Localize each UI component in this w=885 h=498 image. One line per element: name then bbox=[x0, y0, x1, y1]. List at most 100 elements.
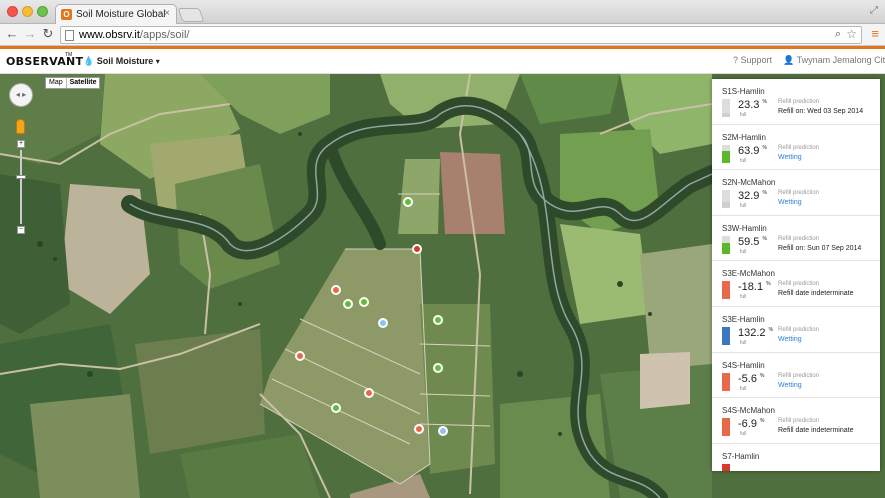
site-name: S2N-McMahon bbox=[722, 178, 776, 188]
street-view-pegman-icon[interactable] bbox=[16, 119, 25, 134]
sensor-marker[interactable] bbox=[343, 299, 353, 309]
refill-prediction-value[interactable]: Wetting bbox=[778, 382, 802, 389]
minimize-window-button[interactable] bbox=[22, 6, 33, 17]
moisture-value: 132.2 % bbox=[738, 327, 773, 339]
site-name: S3W-Hamlin bbox=[722, 223, 767, 233]
map-type-toggle[interactable]: Map Satellite bbox=[45, 77, 101, 89]
refill-prediction-label: Refill prediction bbox=[778, 326, 820, 333]
moisture-value: 59.5 % bbox=[738, 236, 767, 248]
zoom-track[interactable] bbox=[20, 150, 22, 224]
search-icon[interactable]: ⌕ bbox=[835, 28, 841, 41]
reload-button[interactable]: ↻ bbox=[40, 26, 56, 42]
site-row[interactable]: S3E-McMahon -18.1 % full Refill prediction R… bbox=[712, 261, 880, 307]
refill-prediction-label: Refill prediction bbox=[778, 418, 820, 425]
refill-prediction-value: Refill on: Wed 03 Sep 2014 bbox=[778, 108, 864, 115]
zoom-thumb[interactable] bbox=[16, 174, 26, 179]
refill-prediction-value[interactable]: Wetting bbox=[778, 336, 802, 343]
moisture-gauge-fill bbox=[722, 418, 730, 437]
moisture-gauge-fill bbox=[722, 112, 730, 117]
moisture-unit: % bbox=[762, 99, 767, 105]
site-list-panel: S1S-Hamlin 23.3 % full Refill prediction Ref… bbox=[712, 79, 880, 471]
site-name: S2M-Hamlin bbox=[722, 132, 767, 142]
moisture-number: -18.1 bbox=[738, 281, 764, 294]
browser-tab[interactable]: O Soil Moisture Global × bbox=[55, 4, 177, 25]
full-label: full bbox=[740, 385, 747, 392]
sensor-marker[interactable] bbox=[433, 363, 443, 373]
moisture-number: 59.5 bbox=[738, 235, 760, 248]
refill-prediction-value: Refill on: Sun 07 Sep 2014 bbox=[778, 244, 862, 252]
url-text[interactable]: www.obsrv.it/apps/soil/ bbox=[79, 29, 189, 41]
refill-prediction-label: Refill prediction bbox=[778, 372, 820, 379]
sensor-marker[interactable] bbox=[331, 403, 341, 413]
site-row[interactable]: S1S-Hamlin 23.3 % full Refill prediction Ref… bbox=[712, 79, 880, 125]
sensor-marker[interactable] bbox=[433, 315, 443, 325]
map-type-satellite[interactable]: Satellite bbox=[65, 78, 100, 88]
fullscreen-icon[interactable]: ⤢ bbox=[870, 5, 878, 16]
site-name: S4S-McMahon bbox=[722, 406, 775, 416]
address-bar[interactable]: www.obsrv.it/apps/soil/ ⌕ ☆ bbox=[60, 26, 862, 44]
refill-prediction-value[interactable]: Wetting bbox=[778, 154, 802, 161]
sensor-marker[interactable] bbox=[331, 285, 341, 295]
zoom-out-button[interactable]: − bbox=[17, 226, 25, 234]
sensor-marker[interactable] bbox=[364, 388, 374, 398]
site-row[interactable]: S3E-Hamlin 132.2 % full Refill prediction We… bbox=[712, 307, 880, 353]
site-row[interactable]: S3W-Hamlin 59.5 % full Refill prediction Ref… bbox=[712, 216, 880, 262]
droplet-icon: 💧 bbox=[83, 56, 95, 66]
close-window-button[interactable] bbox=[7, 6, 18, 17]
pan-control-icon[interactable]: ◂ ▸ bbox=[9, 83, 33, 107]
sensor-marker[interactable] bbox=[295, 351, 305, 361]
bookmark-star-icon[interactable]: ☆ bbox=[846, 27, 857, 41]
sensor-marker[interactable] bbox=[359, 297, 369, 307]
page-icon bbox=[65, 30, 74, 41]
moisture-gauge-fill bbox=[722, 372, 730, 391]
moisture-gauge-fill bbox=[722, 151, 730, 163]
logo-trademark: TM bbox=[65, 52, 73, 58]
moisture-number: 23.3 bbox=[738, 99, 760, 111]
url-path: /apps/soil/ bbox=[139, 29, 190, 41]
moisture-gauge bbox=[722, 372, 730, 391]
moisture-unit: % bbox=[760, 418, 765, 425]
site-name: S3E-Hamlin bbox=[722, 314, 765, 324]
browser-toolbar: ← → ↻ www.obsrv.it/apps/soil/ ⌕ ☆ ≡ bbox=[0, 24, 885, 46]
browser-menu-icon[interactable]: ≡ bbox=[871, 26, 879, 41]
url-host: www.obsrv.it bbox=[79, 29, 140, 41]
help-icon: ? bbox=[733, 55, 739, 65]
refill-prediction-label: Refill prediction bbox=[778, 99, 820, 105]
sensor-marker[interactable] bbox=[412, 244, 422, 254]
moisture-value: 32.9 % bbox=[738, 190, 767, 202]
support-link[interactable]: ? Support bbox=[733, 55, 772, 65]
new-tab-button[interactable] bbox=[177, 8, 205, 22]
tab-title: Soil Moisture Global bbox=[76, 9, 166, 20]
zoom-in-button[interactable]: + bbox=[17, 140, 25, 148]
site-name: S3E-McMahon bbox=[722, 269, 775, 279]
site-name: S1S-Hamlin bbox=[722, 87, 765, 96]
map-type-map[interactable]: Map bbox=[46, 78, 66, 88]
forward-button[interactable]: → bbox=[22, 26, 38, 41]
site-row[interactable]: S7-Hamlin bbox=[712, 444, 880, 471]
zoom-slider[interactable]: + − bbox=[16, 140, 26, 236]
full-label: full bbox=[740, 339, 747, 346]
soil-moisture-menu[interactable]: 💧 Soil Moisture ▾ bbox=[83, 56, 160, 67]
zoom-window-button[interactable] bbox=[37, 6, 48, 17]
sensor-marker[interactable] bbox=[438, 426, 448, 436]
app-header: OBSERVANT TM 💧 Soil Moisture ▾ ? Support… bbox=[0, 49, 885, 74]
support-label: Support bbox=[740, 55, 773, 65]
site-name: S4S-Hamlin bbox=[722, 360, 765, 370]
moisture-value: 63.9 % bbox=[738, 145, 767, 157]
site-row[interactable]: S4S-McMahon -6.9 % full Refill prediction Re… bbox=[712, 398, 880, 444]
close-icon[interactable]: × bbox=[164, 8, 170, 19]
refill-prediction-value[interactable]: Wetting bbox=[778, 199, 802, 206]
soil-moisture-menu-label: Soil Moisture bbox=[96, 56, 154, 66]
moisture-unit: % bbox=[762, 235, 767, 242]
site-row[interactable]: S4S-Hamlin -5.6 % full Refill prediction Wet… bbox=[712, 353, 880, 399]
back-button[interactable]: ← bbox=[4, 26, 20, 41]
site-row[interactable]: S2N-McMahon 32.9 % full Refill prediction We… bbox=[712, 170, 880, 216]
site-row[interactable]: S2M-Hamlin 63.9 % full Refill prediction Wet… bbox=[712, 125, 880, 171]
moisture-gauge bbox=[722, 99, 730, 117]
sensor-marker[interactable] bbox=[414, 424, 424, 434]
moisture-gauge bbox=[722, 463, 730, 471]
sensor-marker[interactable] bbox=[403, 197, 413, 207]
refill-prediction-label: Refill prediction bbox=[778, 144, 820, 151]
sensor-marker[interactable] bbox=[378, 318, 388, 328]
account-menu[interactable]: 👤 Twynam Jemalong Citrus ▾ bbox=[783, 55, 885, 66]
